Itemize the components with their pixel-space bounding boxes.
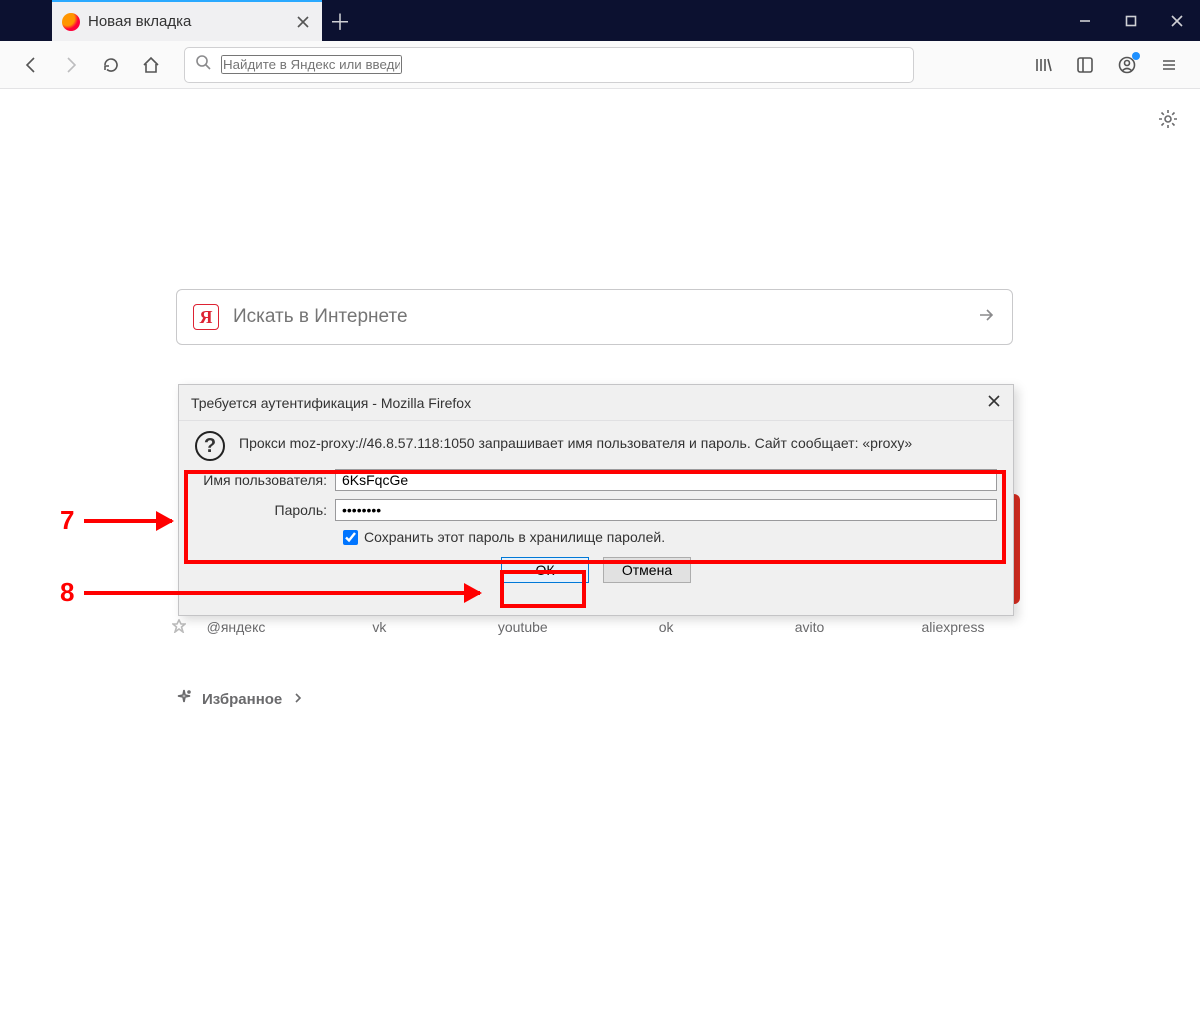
quick-link[interactable]: ok: [606, 619, 726, 635]
tab-close-button[interactable]: [294, 13, 312, 31]
yandex-icon: Я: [193, 304, 219, 330]
dialog-titlebar: Требуется аутентификация - Mozilla Firef…: [179, 385, 1013, 421]
annotation-arrow-8: [84, 591, 480, 595]
password-input[interactable]: [335, 499, 997, 521]
search-icon: [195, 54, 211, 75]
ok-button[interactable]: ОК: [501, 557, 589, 583]
quick-link[interactable]: youtube: [463, 619, 583, 635]
dialog-title-text: Требуется аутентификация - Mozilla Firef…: [191, 395, 471, 411]
save-password-checkbox[interactable]: [343, 530, 358, 545]
forward-button[interactable]: [54, 48, 88, 82]
minimize-button[interactable]: [1062, 0, 1108, 41]
home-button[interactable]: [134, 48, 168, 82]
browser-titlebar: Новая вкладка ＋: [0, 0, 1200, 41]
tab-active[interactable]: Новая вкладка: [52, 0, 322, 41]
username-input[interactable]: [335, 469, 997, 491]
password-label: Пароль:: [195, 502, 335, 518]
url-input[interactable]: [221, 55, 402, 74]
reload-button[interactable]: [94, 48, 128, 82]
notification-badge-icon: [1132, 52, 1140, 60]
favorites-heading[interactable]: Избранное: [176, 689, 304, 709]
quick-link[interactable]: avito: [750, 619, 870, 635]
quick-link[interactable]: vk: [319, 619, 439, 635]
url-bar[interactable]: [184, 47, 914, 83]
quick-link[interactable]: @яндекс: [176, 619, 296, 635]
annotation-label-7: 7: [57, 505, 77, 536]
page-content: Я @яндекс vk youtube ok avito aliexpress…: [0, 89, 1200, 1019]
newtab-search-box[interactable]: Я: [176, 289, 1013, 345]
dialog-close-button[interactable]: [987, 394, 1001, 411]
annotation-label-8: 8: [57, 577, 77, 608]
maximize-button[interactable]: [1108, 0, 1154, 41]
browser-toolbar: [0, 41, 1200, 89]
chevron-right-icon: [292, 691, 304, 708]
newtab-search-input[interactable]: [233, 306, 976, 328]
save-password-label: Сохранить этот пароль в хранилище пароле…: [364, 529, 665, 545]
customize-button[interactable]: [1158, 109, 1178, 134]
close-window-button[interactable]: [1154, 0, 1200, 41]
library-button[interactable]: [1026, 48, 1060, 82]
new-tab-button[interactable]: ＋: [322, 0, 358, 41]
quick-links-row: @яндекс vk youtube ok avito aliexpress: [176, 619, 1013, 635]
auth-dialog: Требуется аутентификация - Mozilla Firef…: [178, 384, 1014, 616]
sparkle-icon: [176, 689, 192, 709]
back-button[interactable]: [14, 48, 48, 82]
dialog-message-text: Прокси moz-proxy://46.8.57.118:1050 запр…: [239, 431, 912, 453]
account-button[interactable]: [1110, 48, 1144, 82]
username-label: Имя пользователя:: [195, 472, 335, 488]
question-icon: ?: [195, 431, 225, 461]
search-submit-icon[interactable]: [976, 305, 996, 330]
favorites-label: Избранное: [202, 691, 282, 708]
window-controls: [1062, 0, 1200, 41]
quick-link[interactable]: aliexpress: [893, 619, 1013, 635]
annotation-arrow-7: [84, 519, 172, 523]
cancel-button[interactable]: Отмена: [603, 557, 691, 583]
firefox-icon: [62, 13, 80, 31]
app-menu-button[interactable]: [1152, 48, 1186, 82]
sidebar-button[interactable]: [1068, 48, 1102, 82]
tab-title: Новая вкладка: [88, 13, 191, 30]
